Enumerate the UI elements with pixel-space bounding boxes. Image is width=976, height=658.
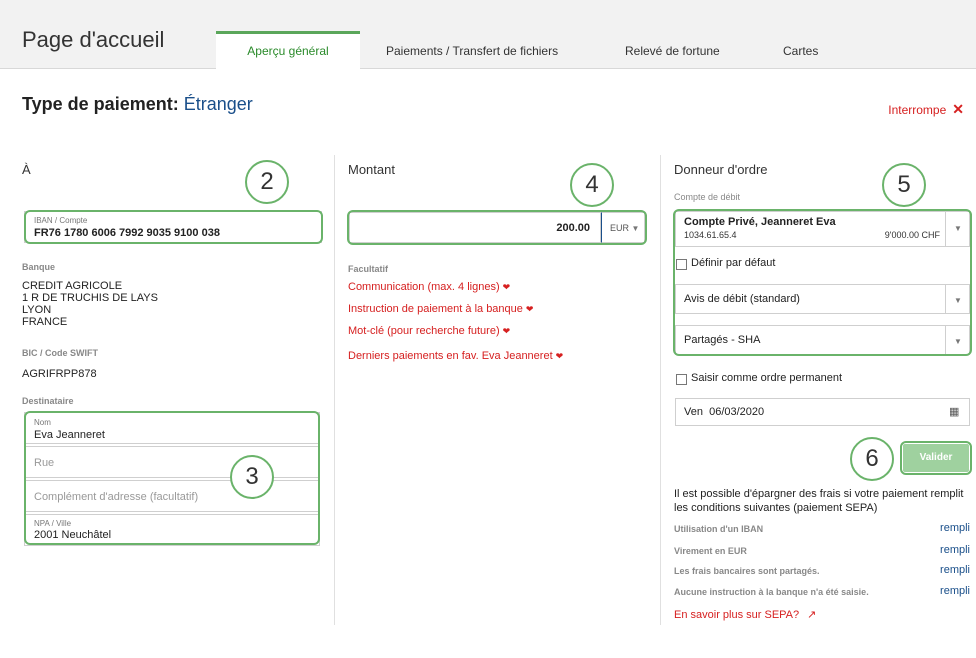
orderer-heading: Donneur d'ordre — [674, 162, 768, 177]
date-day: Ven — [684, 406, 703, 418]
sepa-info-text: Il est possible d'épargner des frais si … — [674, 488, 964, 514]
chevron-down-icon: ❤ — [555, 351, 564, 361]
page-title: Page d'accueil — [22, 27, 165, 52]
amount-heading: Montant — [348, 162, 395, 177]
highlight-box — [24, 411, 320, 545]
keyword-link[interactable]: Mot-clé (pour recherche future) ❤ — [348, 325, 510, 337]
callout-marker: 4 — [570, 163, 614, 207]
tab-apercu-general[interactable]: Aperçu général — [216, 31, 360, 69]
column-divider — [660, 155, 661, 625]
highlight-box — [347, 210, 647, 245]
callout-marker: 3 — [230, 455, 274, 499]
payment-history-link[interactable]: Derniers paiements en fav. Eva Jeanneret… — [348, 350, 563, 362]
condition-status: rempli — [940, 544, 970, 556]
callout-marker: 5 — [882, 163, 926, 207]
close-icon: ✕ — [952, 101, 964, 117]
bank-label: Banque — [22, 262, 56, 272]
bank-line: CREDIT AGRICOLE — [22, 280, 123, 292]
condition-status: rempli — [940, 522, 970, 534]
bic-label: BIC / Code SWIFT — [22, 348, 98, 358]
link-label: Mot-clé (pour recherche future) — [348, 325, 500, 337]
condition-label: Aucune instruction à la banque n'a été s… — [674, 587, 869, 597]
bank-line: FRANCE — [22, 316, 68, 328]
tab-cartes[interactable]: Cartes — [783, 44, 818, 58]
iban-value: FR76 1780 6006 7992 9035 9100 038 — [34, 227, 220, 239]
payment-type-heading: Type de paiement: Étranger — [22, 94, 253, 115]
bic-value: AGRIFRPP878 — [22, 368, 97, 380]
cancel-button[interactable]: Interrompe ✕ — [888, 101, 964, 118]
external-link-icon: ↗ — [807, 609, 817, 621]
recipient-label: Destinataire — [22, 396, 74, 406]
communication-link[interactable]: Communication (max. 4 lignes) ❤ — [348, 281, 510, 293]
calendar-icon[interactable]: ▦ — [949, 405, 959, 418]
chevron-down-icon: ❤ — [502, 282, 511, 292]
condition-label: Utilisation d'un IBAN — [674, 524, 764, 534]
recipient-heading: À — [22, 162, 31, 177]
sepa-info-link[interactable]: En savoir plus sur SEPA? ↗ — [674, 608, 816, 621]
tab-releve-fortune[interactable]: Relevé de fortune — [625, 44, 720, 58]
payment-type-value: Étranger — [183, 94, 253, 114]
standing-order-label: Saisir comme ordre permanent — [691, 372, 843, 384]
bank-line: LYON — [22, 304, 52, 316]
chevron-down-icon: ❤ — [525, 304, 534, 314]
standing-order-checkbox[interactable] — [676, 374, 687, 385]
sepa-link-label: En savoir plus sur SEPA? — [674, 609, 800, 621]
date-value: 06/03/2020 — [709, 406, 765, 418]
condition-status: rempli — [940, 585, 970, 597]
bank-instruction-link[interactable]: Instruction de paiement à la banque ❤ — [348, 303, 533, 315]
highlight-box — [900, 441, 972, 475]
highlight-box — [673, 209, 972, 356]
debit-account-label: Compte de débit — [674, 192, 741, 202]
chevron-down-icon: ❤ — [502, 326, 511, 336]
optional-label: Facultatif — [348, 264, 389, 274]
execution-date: Ven 06/03/2020 — [684, 406, 764, 418]
condition-label: Les frais bancaires sont partagés. — [674, 566, 820, 576]
payment-type-label: Type de paiement: — [22, 94, 179, 114]
condition-label: Virement en EUR — [674, 546, 747, 556]
iban-label: IBAN / Compte — [34, 216, 88, 225]
bank-line: 1 R DE TRUCHIS DE LAYS — [22, 292, 158, 304]
condition-status: rempli — [940, 564, 970, 576]
cancel-label: Interrompe — [888, 103, 947, 117]
tab-paiements[interactable]: Paiements / Transfert de fichiers — [386, 44, 558, 58]
column-divider — [334, 155, 335, 625]
callout-marker: 6 — [850, 437, 894, 481]
callout-marker: 2 — [245, 160, 289, 204]
link-label: Instruction de paiement à la banque — [348, 303, 523, 315]
link-label: Communication (max. 4 lignes) — [348, 281, 500, 293]
link-label: Derniers paiements en fav. Eva Jeanneret — [348, 350, 553, 362]
